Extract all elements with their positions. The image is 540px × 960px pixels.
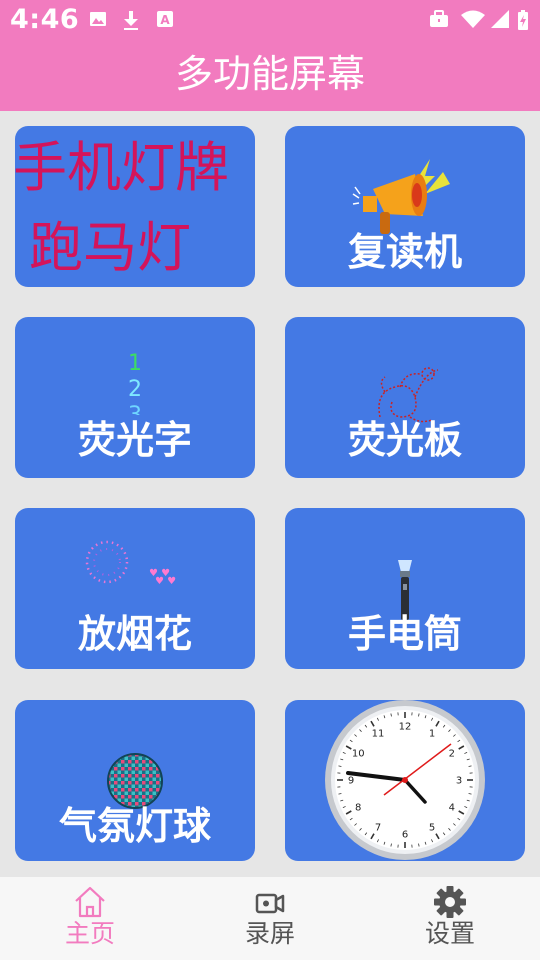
- nav-home[interactable]: 主页: [0, 877, 180, 960]
- marquee-card[interactable]: 手机灯牌 跑马灯: [15, 126, 255, 287]
- nav-home-label: 主页: [64, 919, 115, 948]
- glow-text-card[interactable]: 1 2 3 荧光字: [15, 317, 255, 478]
- disco-ball-card[interactable]: 气氛灯球: [15, 700, 255, 861]
- signal-icon: [491, 10, 509, 28]
- nav-settings[interactable]: 设置: [360, 877, 540, 960]
- app-header: 4:46 A 多功能屏幕: [0, 0, 540, 111]
- svg-text:♥ ♥: ♥ ♥: [155, 576, 176, 587]
- fireworks-card[interactable]: ♥ ♥ ♥ ♥ 放烟花: [15, 508, 255, 669]
- clock-number: 4: [449, 803, 455, 814]
- clock-card[interactable]: 12 1 2 3 4 5 6 7 8 9 10 11: [285, 700, 525, 861]
- firework-hearts-icon: ♥ ♥ ♥ ♥: [85, 540, 176, 587]
- bottom-nav: 主页 录屏 设置: [0, 877, 540, 960]
- fireworks-label: 放烟花: [77, 612, 192, 656]
- clock-number: 11: [372, 729, 385, 740]
- repeater-label: 复读机: [347, 230, 462, 274]
- status-time: 4:46: [10, 4, 80, 35]
- wifi-icon: [461, 10, 485, 28]
- repeater-card[interactable]: 复读机: [285, 126, 525, 287]
- status-bar: 4:46 A: [0, 0, 540, 40]
- clock-number: 3: [456, 776, 462, 787]
- image-icon: [90, 12, 106, 26]
- clock-number: 5: [429, 822, 435, 833]
- nav-record[interactable]: 录屏: [180, 877, 360, 960]
- clock-icon: 121234567891011: [325, 700, 485, 860]
- clock-number: 7: [375, 822, 381, 833]
- nav-settings-label: 设置: [424, 919, 475, 948]
- svg-text:A: A: [160, 13, 170, 27]
- marquee-title-line2: 跑马灯: [29, 216, 191, 279]
- clock-number: 6: [402, 830, 408, 841]
- page-title: 多功能屏幕: [174, 52, 365, 96]
- download-icon: [124, 11, 138, 30]
- clock-number: 10: [352, 749, 365, 760]
- briefcase-icon: [430, 10, 448, 27]
- gear-icon: [434, 886, 466, 918]
- nav-record-label: 录屏: [244, 919, 295, 948]
- glow-board-label: 荧光板: [347, 418, 462, 462]
- clock-number: 1: [429, 729, 435, 740]
- home-icon: [75, 886, 105, 918]
- glow-board-card[interactable]: 荧光板: [285, 317, 525, 478]
- clock-number: 8: [355, 803, 361, 814]
- flashlight-label: 手电筒: [347, 612, 462, 656]
- glow-text-label: 荧光字: [77, 418, 192, 462]
- clock-number: 2: [449, 749, 455, 760]
- battery-charging-icon: [518, 10, 528, 30]
- text-icon: A: [157, 11, 173, 27]
- video-record-icon: [255, 893, 285, 914]
- clock-number: 9: [348, 776, 354, 787]
- clock-number: 12: [399, 722, 412, 733]
- disco-ball-label: 气氛灯球: [58, 804, 211, 848]
- glow-numbers-icon: 1 2 3: [128, 351, 142, 415]
- flashlight-card[interactable]: 手电筒: [285, 508, 525, 669]
- disco-ball-icon: [107, 753, 163, 809]
- marquee-title-line1: 手机灯牌: [15, 136, 229, 199]
